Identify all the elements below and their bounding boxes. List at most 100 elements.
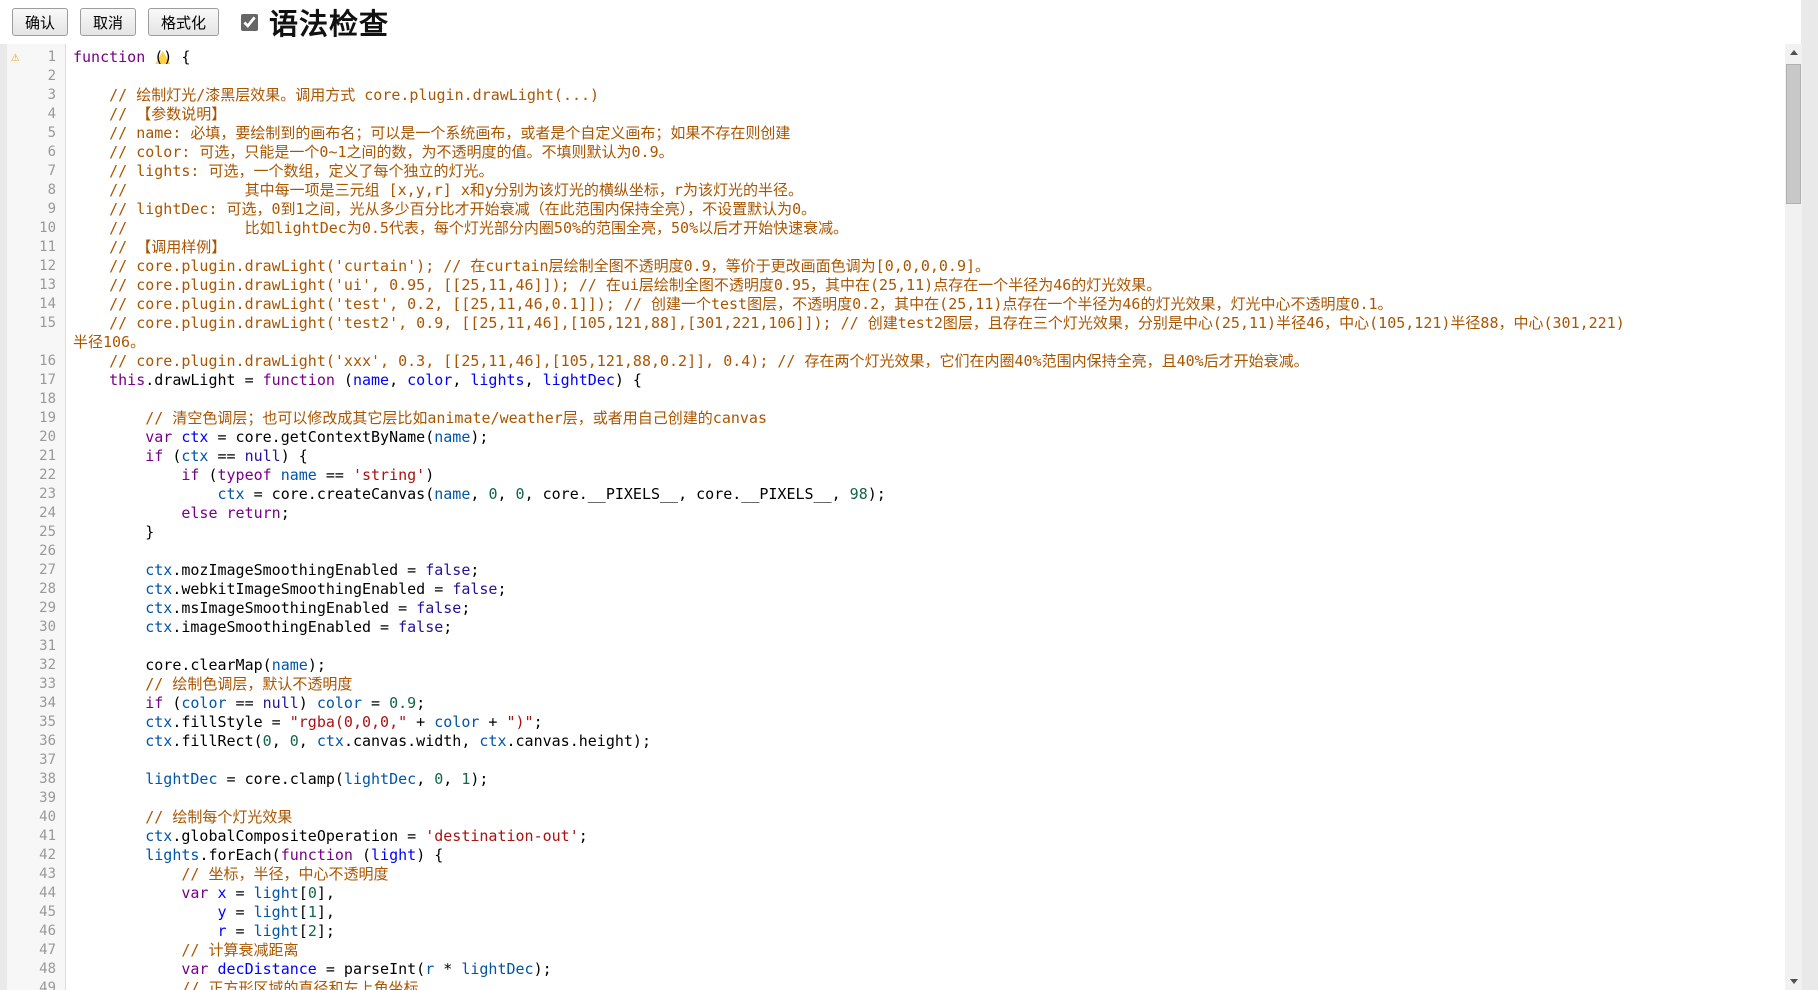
code-token bbox=[73, 694, 145, 712]
code-line[interactable]: // 坐标，半径，中心不透明度 bbox=[73, 865, 1785, 884]
code-line[interactable]: // 绘制色调层，默认不透明度 bbox=[73, 675, 1785, 694]
code-token bbox=[208, 884, 217, 902]
line-number: 7 bbox=[7, 162, 65, 181]
code-token: ctx bbox=[145, 618, 172, 636]
line-number: 41 bbox=[7, 827, 65, 846]
code-line[interactable]: else return; bbox=[73, 504, 1785, 523]
line-number: 23 bbox=[7, 485, 65, 504]
code-line[interactable]: ctx.fillStyle = "rgba(0,0,0," + color + … bbox=[73, 713, 1785, 732]
code-token: = bbox=[227, 922, 254, 940]
code-token: ( bbox=[335, 371, 353, 389]
code-token: function bbox=[281, 846, 353, 864]
code-line[interactable]: // 【调用样例】 bbox=[73, 238, 1785, 257]
syntax-check-label: 语法检查 bbox=[269, 1, 389, 43]
code-token bbox=[73, 827, 145, 845]
code-line[interactable]: r = light[2]; bbox=[73, 922, 1785, 941]
code-token: light bbox=[254, 922, 299, 940]
code-line[interactable]: ctx.webkitImageSmoothingEnabled = false; bbox=[73, 580, 1785, 599]
code-line[interactable] bbox=[73, 390, 1785, 409]
code-token: ) { bbox=[615, 371, 642, 389]
code-token: // core.plugin.drawLight('xxx', 0.3, [[2… bbox=[73, 352, 1309, 370]
code-line[interactable]: lightDec = core.clamp(lightDec, 0, 1); bbox=[73, 770, 1785, 789]
line-number: 45 bbox=[7, 903, 65, 922]
code-line[interactable] bbox=[73, 789, 1785, 808]
code-token: [ bbox=[299, 922, 308, 940]
code-line[interactable]: var ctx = core.getContextByName(name); bbox=[73, 428, 1785, 447]
code-line[interactable]: // core.plugin.drawLight('test2', 0.9, [… bbox=[73, 314, 1785, 333]
code-line[interactable]: // core.plugin.drawLight('curtain'); // … bbox=[73, 257, 1785, 276]
code-line[interactable]: if (color == null) color = 0.9; bbox=[73, 694, 1785, 713]
code-token: .canvas.width, bbox=[344, 732, 479, 750]
code-line[interactable]: ctx.imageSmoothingEnabled = false; bbox=[73, 618, 1785, 637]
code-line[interactable]: lights.forEach(function (light) { bbox=[73, 846, 1785, 865]
code-line[interactable]: // name: 必填，要绘制到的画布名；可以是一个系统画布，或者是个自定义画布… bbox=[73, 124, 1785, 143]
code-line[interactable]: // core.plugin.drawLight('ui', 0.95, [[2… bbox=[73, 276, 1785, 295]
code-token bbox=[208, 960, 217, 978]
code-token bbox=[73, 770, 145, 788]
code-line[interactable] bbox=[73, 67, 1785, 86]
line-number: 42 bbox=[7, 846, 65, 865]
code-line[interactable]: var decDistance = parseInt(r * lightDec)… bbox=[73, 960, 1785, 979]
code-line[interactable]: // 【参数说明】 bbox=[73, 105, 1785, 124]
code-line[interactable]: var x = light[0], bbox=[73, 884, 1785, 903]
code-line[interactable]: // lightDec: 可选，0到1之间，光从多少百分比才开始衰减（在此范围内… bbox=[73, 200, 1785, 219]
code-line[interactable]: core.clearMap(name); bbox=[73, 656, 1785, 675]
code-line[interactable]: // 绘制灯光/漆黑层效果。调用方式 core.plugin.drawLight… bbox=[73, 86, 1785, 105]
code-line[interactable] bbox=[73, 637, 1785, 656]
code-token: } bbox=[73, 523, 154, 541]
scrollbar-down-button[interactable] bbox=[1785, 973, 1802, 990]
code-token: // 清空色调层；也可以修改成其它层比如animate/weather层，或者用… bbox=[73, 409, 767, 427]
code-line[interactable]: ctx = core.createCanvas(name, 0, 0, core… bbox=[73, 485, 1785, 504]
code-line[interactable]: function () { bbox=[73, 48, 1785, 67]
line-number: 29 bbox=[7, 599, 65, 618]
code-editor[interactable]: ⚠123456789101112131415161718192021222324… bbox=[7, 44, 1785, 990]
code-line[interactable]: ctx.mozImageSmoothingEnabled = false; bbox=[73, 561, 1785, 580]
code-line[interactable]: // 比如lightDec为0.5代表，每个灯光部分内圈50%的范围全亮，50%… bbox=[73, 219, 1785, 238]
code-token: 'destination-out' bbox=[425, 827, 579, 845]
code-line[interactable]: 半径106。 bbox=[73, 333, 1785, 352]
code-token: core.clearMap( bbox=[73, 656, 272, 674]
code-token: // name: 必填，要绘制到的画布名；可以是一个系统画布，或者是个自定义画布… bbox=[73, 124, 790, 142]
code-line[interactable]: ctx.fillRect(0, 0, ctx.canvas.width, ctx… bbox=[73, 732, 1785, 751]
code-line[interactable]: // 计算衰减距离 bbox=[73, 941, 1785, 960]
line-number: 18 bbox=[7, 390, 65, 409]
code-line[interactable]: // 绘制每个灯光效果 bbox=[73, 808, 1785, 827]
code-line[interactable]: this.drawLight = function (name, color, … bbox=[73, 371, 1785, 390]
code-line[interactable]: y = light[1], bbox=[73, 903, 1785, 922]
code-line[interactable]: // 正方形区域的直径和左上角坐标 bbox=[73, 979, 1785, 990]
code-line[interactable]: // core.plugin.drawLight('xxx', 0.3, [[2… bbox=[73, 352, 1785, 371]
code-token: false bbox=[452, 580, 497, 598]
format-button[interactable]: 格式化 bbox=[148, 8, 219, 36]
code-token: ) { bbox=[416, 846, 443, 864]
code-line[interactable]: // core.plugin.drawLight('test', 0.2, [[… bbox=[73, 295, 1785, 314]
code-line[interactable]: // lights: 可选，一个数组，定义了每个独立的灯光。 bbox=[73, 162, 1785, 181]
code-line[interactable]: if (ctx == null) { bbox=[73, 447, 1785, 466]
code-token: name bbox=[272, 656, 308, 674]
code-token bbox=[73, 618, 145, 636]
scrollbar-up-button[interactable] bbox=[1785, 44, 1802, 61]
code-line[interactable]: } bbox=[73, 523, 1785, 542]
cancel-button[interactable]: 取消 bbox=[80, 8, 136, 36]
scrollbar[interactable] bbox=[1785, 44, 1802, 990]
line-number: 30 bbox=[7, 618, 65, 637]
code-line[interactable]: if (typeof name == 'string') bbox=[73, 466, 1785, 485]
line-number: 26 bbox=[7, 542, 65, 561]
code-token: var bbox=[145, 428, 172, 446]
code-token: lights bbox=[145, 846, 199, 864]
confirm-button[interactable]: 确认 bbox=[12, 8, 68, 36]
code-line[interactable]: // 其中每一项是三元组 [x,y,r] x和y分别为该灯光的横纵坐标，r为该灯… bbox=[73, 181, 1785, 200]
code-token: x bbox=[218, 884, 227, 902]
scrollbar-thumb[interactable] bbox=[1786, 64, 1801, 204]
code-line[interactable]: // color: 可选，只能是一个0~1之间的数，为不透明度的值。不填则默认为… bbox=[73, 143, 1785, 162]
code-token: + bbox=[407, 713, 434, 731]
code-line[interactable] bbox=[73, 751, 1785, 770]
syntax-check-checkbox[interactable] bbox=[241, 14, 258, 31]
code-token: function bbox=[263, 371, 335, 389]
code-area[interactable]: function () { // 绘制灯光/漆黑层效果。调用方式 core.pl… bbox=[67, 44, 1785, 990]
code-line[interactable]: // 清空色调层；也可以修改成其它层比如animate/weather层，或者用… bbox=[73, 409, 1785, 428]
code-line[interactable] bbox=[73, 542, 1785, 561]
code-token: name bbox=[434, 485, 470, 503]
code-line[interactable]: ctx.msImageSmoothingEnabled = false; bbox=[73, 599, 1785, 618]
code-line[interactable]: ctx.globalCompositeOperation = 'destinat… bbox=[73, 827, 1785, 846]
code-token: function bbox=[73, 48, 145, 66]
